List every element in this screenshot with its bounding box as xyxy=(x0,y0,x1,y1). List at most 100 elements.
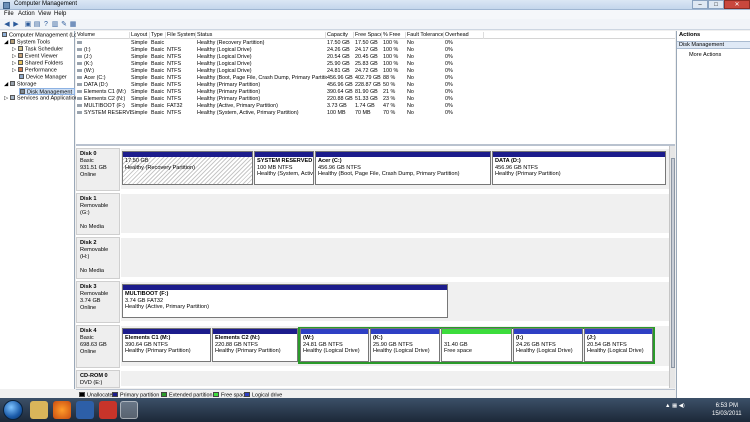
title-bar[interactable]: Computer Management – □ ✕ xyxy=(0,0,750,10)
computer-management-icon xyxy=(3,1,10,9)
volume-row[interactable]: Elements C1 (M:) Simple Basic NTFS Healthy (… xyxy=(76,89,675,96)
volume-row[interactable]: Simple Basic Healthy (Recovery Partition) 1… xyxy=(76,40,675,47)
column-header-volume[interactable]: Volume xyxy=(76,31,130,39)
menu-bar: File Action View Help xyxy=(0,10,750,19)
partition-system-reserved[interactable]: SYSTEM RESERVED 100 MB NTFS Healthy (Sys… xyxy=(254,151,314,185)
menu-action[interactable]: Action xyxy=(18,11,35,17)
more-actions-link[interactable]: More Actions xyxy=(689,52,721,58)
properties-icon[interactable]: ▤ xyxy=(33,21,41,28)
tree-event-viewer[interactable]: ▷ Event Viewer xyxy=(12,53,58,60)
partition-recovery[interactable]: 17.50 GB Healthy (Recovery Partition) xyxy=(122,151,253,185)
drive-icon xyxy=(77,110,82,114)
cell-file-system: NTFS xyxy=(167,61,182,67)
drive-icon xyxy=(77,54,82,58)
cell-type: Basic xyxy=(151,47,165,53)
column-header-type[interactable]: Type xyxy=(150,31,166,39)
disk-row[interactable]: Disk 3 Removable 3.74 GB Online MULTIBOO… xyxy=(76,281,669,323)
help-icon[interactable]: ? xyxy=(42,21,50,28)
tree-disk-management[interactable]: Disk Management xyxy=(19,88,76,96)
menu-view[interactable]: View xyxy=(38,11,51,17)
cell-capacity: 24.81 GB xyxy=(327,68,350,74)
disk-row[interactable]: Disk 2 Removable (H:) No Media xyxy=(76,237,669,279)
tree-device-manager[interactable]: Device Manager xyxy=(19,74,67,81)
volume-row[interactable]: (J:) Simple Basic NTFS Healthy (Logical Driv… xyxy=(76,54,675,61)
menu-file[interactable]: File xyxy=(4,11,14,17)
column-header-file-system[interactable]: File System xyxy=(166,31,196,39)
view-icon[interactable]: ▦ xyxy=(69,21,77,28)
tree-task-scheduler[interactable]: ▷ Task Scheduler xyxy=(12,46,63,53)
drive-icon xyxy=(77,89,82,93)
maximize-button[interactable]: □ xyxy=(708,0,724,9)
volume-row[interactable]: Acer (C:) Simple Basic NTFS Healthy (Boot, P… xyxy=(76,75,675,82)
disk-row[interactable]: Disk 4 Basic 698.63 GB Online Elements C… xyxy=(76,325,669,368)
up-icon[interactable]: ▣ xyxy=(24,21,32,28)
partition-free-space[interactable]: 31.40 GB Free space xyxy=(441,328,512,362)
volume-row[interactable]: (I:) Simple Basic NTFS Healthy (Logical Driv… xyxy=(76,47,675,54)
disk-row[interactable]: CD-ROM 0 DVD (E:) xyxy=(76,370,669,388)
menu-help[interactable]: Help xyxy=(54,11,66,17)
forward-icon[interactable]: ▶ xyxy=(12,21,20,28)
cell-volume: Acer (C:) xyxy=(77,75,131,82)
tree-system-tools[interactable]: ◢ System Tools xyxy=(4,39,50,46)
column-header-overhead[interactable]: Overhead xyxy=(444,31,484,39)
partition-logical-w[interactable]: (W:) 24.81 GB NTFS Healthy (Logical Driv… xyxy=(300,328,369,362)
disk-size: 698.63 GB xyxy=(80,342,107,348)
refresh-icon[interactable]: ✎ xyxy=(60,21,68,28)
tree-services-applications[interactable]: ▷ Services and Applications xyxy=(4,95,81,102)
volume-row[interactable]: (K:) Simple Basic NTFS Healthy (Logical Driv… xyxy=(76,61,675,68)
scroll-thumb[interactable] xyxy=(671,158,675,368)
cell-fault-tolerance: No xyxy=(407,47,414,53)
start-button[interactable] xyxy=(3,400,23,420)
cell-file-system: NTFS xyxy=(167,75,182,81)
tray-icons[interactable]: ▲ ▦ ◀) xyxy=(665,403,685,409)
toolbar: ◀ ▶ ▣ ▤ ? ▥ ✎ ▦ xyxy=(0,19,750,30)
partition-logical-k[interactable]: (K:) 25.90 GB NTFS Healthy (Logical Driv… xyxy=(370,328,440,362)
disk-status: No Media xyxy=(80,268,104,274)
disk-info: CD-ROM 0 DVD (E:) xyxy=(76,370,120,388)
close-button[interactable]: ✕ xyxy=(724,0,750,9)
firefox-icon[interactable] xyxy=(53,401,71,419)
column-header-status[interactable]: Status xyxy=(196,31,326,39)
explorer-icon[interactable] xyxy=(30,401,48,419)
partition-multiboot-f[interactable]: MULTIBOOT (F:) 3.74 GB FAT32 Healthy (Ac… xyxy=(122,284,448,318)
disk-row[interactable]: Disk 1 Removable (G:) No Media xyxy=(76,193,669,235)
media-player-icon[interactable] xyxy=(76,401,94,419)
column-header-fault-tolerance[interactable]: Fault Tolerance xyxy=(406,31,444,39)
disk-row[interactable]: Disk 0 Basic 931.51 GB Online 17.50 GB H… xyxy=(76,148,669,191)
minimize-button[interactable]: – xyxy=(692,0,708,9)
volume-row[interactable]: (W:) Simple Basic NTFS Healthy (Logical Driv… xyxy=(76,68,675,75)
column-header-percent-free[interactable]: % Free xyxy=(382,31,406,39)
column-header-layout[interactable]: Layout xyxy=(130,31,150,39)
cell-file-system: NTFS xyxy=(167,96,182,102)
disk-view-scrollbar[interactable] xyxy=(669,146,675,388)
console-icon[interactable]: ▥ xyxy=(51,21,59,28)
volume-row[interactable]: MULTIBOOT (F:) Simple Basic FAT32 Healthy (A… xyxy=(76,103,675,110)
partition-logical-i[interactable]: (I:) 24.26 GB NTFS Healthy (Logical Driv… xyxy=(513,328,583,362)
back-icon[interactable]: ◀ xyxy=(3,21,11,28)
cell-free-space: 25.83 GB xyxy=(355,61,378,67)
cell-status: Healthy (Primary Partition) xyxy=(197,89,261,95)
column-header-capacity[interactable]: Capacity xyxy=(326,31,354,39)
partition-elements-c1[interactable]: Elements C1 (M:) 390.64 GB NTFS Healthy … xyxy=(122,328,211,362)
disk-partitions: Elements C1 (M:) 390.64 GB NTFS Healthy … xyxy=(121,326,669,366)
stop-icon[interactable] xyxy=(99,401,117,419)
volume-row[interactable]: Elements C2 (N:) Simple Basic NTFS Healthy (… xyxy=(76,96,675,103)
tree-shared-folders[interactable]: ▷ Shared Folders xyxy=(12,60,63,67)
partition-data-d[interactable]: DATA (D:) 456.96 GB NTFS Healthy (Primar… xyxy=(492,151,666,185)
partition-acer-c[interactable]: Acer (C:) 456.96 GB NTFS Healthy (Boot, … xyxy=(315,151,491,185)
column-header-free-space[interactable]: Free Space xyxy=(354,31,382,39)
tree-performance[interactable]: ▷ Performance xyxy=(12,67,57,74)
partition-logical-j[interactable]: (J:) 20.54 GB NTFS Healthy (Logical Driv… xyxy=(584,328,653,362)
tree-computer-management[interactable]: Computer Management (Lo xyxy=(2,32,77,39)
actions-section-disk-management[interactable]: Disk Management xyxy=(677,41,750,49)
volume-row[interactable]: DATA (D:) Simple Basic NTFS Healthy (Primary… xyxy=(76,82,675,89)
tree-storage[interactable]: ◢ Storage xyxy=(4,81,36,88)
volume-row[interactable]: SYSTEM RESERVEDSimpleBasicNTFS Healthy (S… xyxy=(76,110,675,117)
clock[interactable]: 6:53 PM 15/03/2011 xyxy=(712,402,742,418)
cell-free-space: 228.87 GB xyxy=(355,82,381,88)
disk-partitions: MULTIBOOT (F:) 3.74 GB FAT32 Healthy (Ac… xyxy=(121,282,669,321)
computer-management-icon[interactable] xyxy=(120,401,138,419)
cell-layout: Simple xyxy=(131,54,148,60)
partition-elements-c2[interactable]: Elements C2 (N:) 220.88 GB NTFS Healthy … xyxy=(212,328,298,362)
cell-type: Basic xyxy=(151,110,165,116)
